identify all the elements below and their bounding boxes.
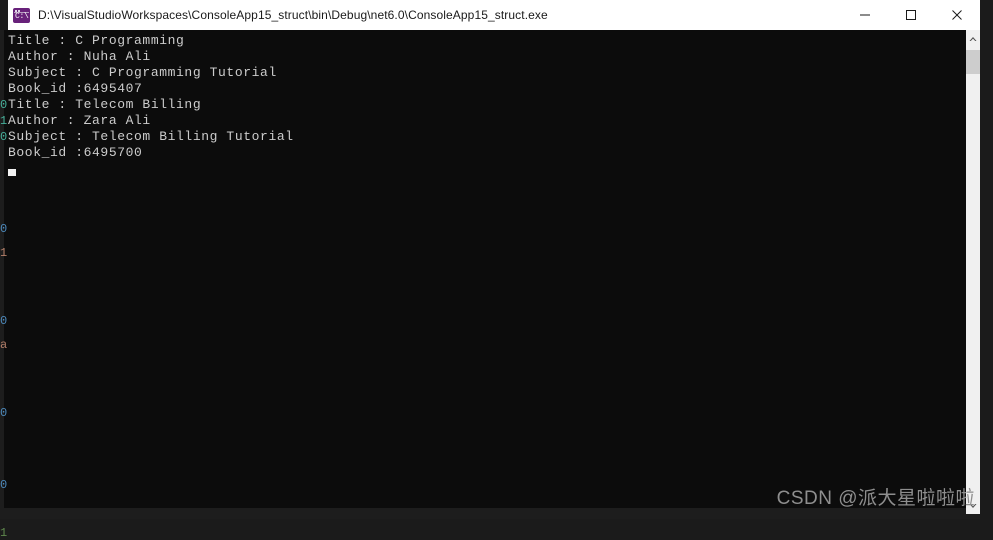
scroll-up-button[interactable] <box>966 30 980 47</box>
console-line: Subject : C Programming Tutorial <box>8 65 277 80</box>
console-line: Book_id :6495407 <box>8 81 143 96</box>
app-icon-prompt-label: C:\ <box>15 11 29 21</box>
console-line: Book_id :6495700 <box>8 145 143 160</box>
console-line: Title : Telecom Billing <box>8 97 202 112</box>
title-bar-right-edge <box>980 0 993 30</box>
chevron-up-icon <box>969 36 977 41</box>
background-glyph: 0 <box>0 98 8 112</box>
maximize-icon <box>906 10 916 20</box>
close-icon <box>952 10 962 20</box>
close-button[interactable] <box>934 0 980 30</box>
console-line: Author : Zara Ali <box>8 113 151 128</box>
minimize-button[interactable] <box>842 0 888 30</box>
csdn-watermark: CSDN @派大星啦啦啦 <box>776 488 975 509</box>
background-glyph: 0 <box>0 222 8 236</box>
background-glyph: 0 <box>0 314 8 328</box>
console-cursor <box>8 169 16 176</box>
window-title-text: D:\VisualStudioWorkspaces\ConsoleApp15_s… <box>38 8 548 22</box>
background-glyph: 1 <box>0 114 8 128</box>
minimize-icon <box>860 14 870 16</box>
maximize-button[interactable] <box>888 0 934 30</box>
background-glyph: 0 <box>0 478 8 492</box>
console-app-icon[interactable]: C:\ <box>13 7 30 23</box>
window-right-edge <box>980 30 993 519</box>
background-glyph: 1 <box>0 526 8 540</box>
console-line: Subject : Telecom Billing Tutorial <box>8 129 294 144</box>
console-output-area[interactable]: 010010a001 Title : C Programming Author :… <box>0 30 993 540</box>
background-glyph: a <box>0 338 8 352</box>
console-window: C:\ D:\VisualStudioWorkspaces\ConsoleApp… <box>0 0 993 540</box>
console-scrollbar[interactable] <box>966 30 980 514</box>
console-line: Title : C Programming <box>8 33 185 48</box>
scroll-thumb[interactable] <box>966 50 980 74</box>
background-glyph: 0 <box>0 130 8 144</box>
title-bar-left-edge <box>0 0 8 30</box>
window-title-bar[interactable]: C:\ D:\VisualStudioWorkspaces\ConsoleApp… <box>0 0 993 30</box>
console-line: Author : Nuha Ali <box>8 49 151 64</box>
background-glyph: 0 <box>0 406 8 420</box>
background-glyph: 1 <box>0 246 8 260</box>
console-output-text: Title : C Programming Author : Nuha Ali Su… <box>8 33 294 161</box>
